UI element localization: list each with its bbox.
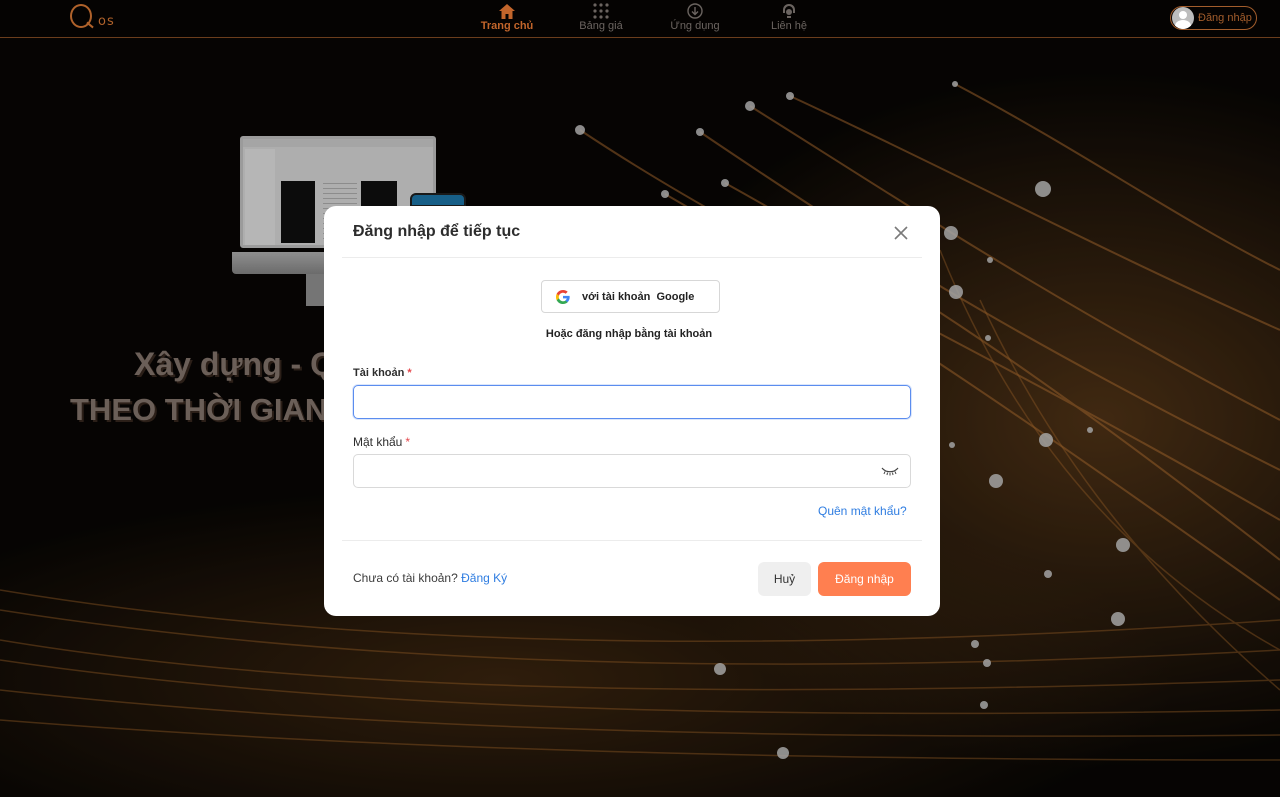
- nav-label-contact: Liên hệ: [770, 20, 808, 32]
- footer-divider: [342, 540, 922, 541]
- register-prompt: Chưa có tài khoản? Đăng Ký: [353, 571, 507, 585]
- google-login-label: với tài khoản Google: [582, 290, 695, 303]
- forgot-password-link[interactable]: Quên mật khẩu?: [818, 504, 907, 518]
- logo-text: os: [98, 14, 115, 29]
- account-label-text: Tài khoản: [353, 367, 405, 379]
- grid-icon: [593, 2, 609, 20]
- nav-item-apps[interactable]: Ứng dụng: [648, 2, 742, 36]
- account-label: Tài khoản *: [353, 367, 412, 379]
- main-nav: Trang chủ Bảng giá Ứng dụng Liên hệ: [460, 2, 836, 36]
- required-mark: *: [407, 367, 412, 379]
- register-link[interactable]: Đăng Ký: [461, 571, 507, 585]
- header-divider: [342, 257, 922, 258]
- close-icon: [894, 226, 908, 240]
- eye-closed-icon[interactable]: [881, 465, 899, 477]
- cancel-button[interactable]: Huỷ: [758, 562, 811, 596]
- nav-label-apps: Ứng dụng: [670, 20, 720, 32]
- nav-item-home[interactable]: Trang chủ: [460, 2, 554, 36]
- password-input[interactable]: [353, 454, 911, 488]
- nav-item-contact[interactable]: Liên hệ: [742, 2, 836, 36]
- required-mark: *: [405, 435, 411, 449]
- alternative-login-text: Hoặc đăng nhập bằng tài khoản: [545, 328, 713, 340]
- support-icon: [781, 2, 797, 20]
- logo-q-icon: [70, 4, 92, 28]
- no-account-text: Chưa có tài khoản?: [353, 571, 458, 585]
- password-label-text: Mật khẩu: [353, 435, 403, 449]
- modal-title: Đăng nhập để tiếp tục: [353, 223, 521, 240]
- header-login-button[interactable]: Đăng nhập: [1170, 6, 1257, 30]
- close-button[interactable]: [890, 222, 912, 244]
- download-icon: [687, 2, 703, 20]
- user-avatar-icon: [1172, 7, 1194, 29]
- password-label: Mật khẩu *: [353, 435, 410, 449]
- nav-label-pricing: Bảng giá: [579, 20, 623, 32]
- login-modal: Đăng nhập để tiếp tục với tài khoản Goog…: [324, 206, 940, 616]
- nav-item-pricing[interactable]: Bảng giá: [554, 2, 648, 36]
- top-navigation-bar: os Trang chủ Bảng giá Ứng dụng Liên hệ Đ…: [0, 0, 1280, 38]
- google-login-button[interactable]: với tài khoản Google: [541, 280, 720, 313]
- app-logo[interactable]: os: [70, 4, 120, 34]
- home-icon: [499, 2, 515, 20]
- header-login-label: Đăng nhập: [1198, 12, 1252, 24]
- nav-label-home: Trang chủ: [480, 20, 534, 32]
- submit-login-button[interactable]: Đăng nhập: [818, 562, 911, 596]
- account-input[interactable]: [353, 385, 911, 419]
- google-icon: [556, 289, 570, 304]
